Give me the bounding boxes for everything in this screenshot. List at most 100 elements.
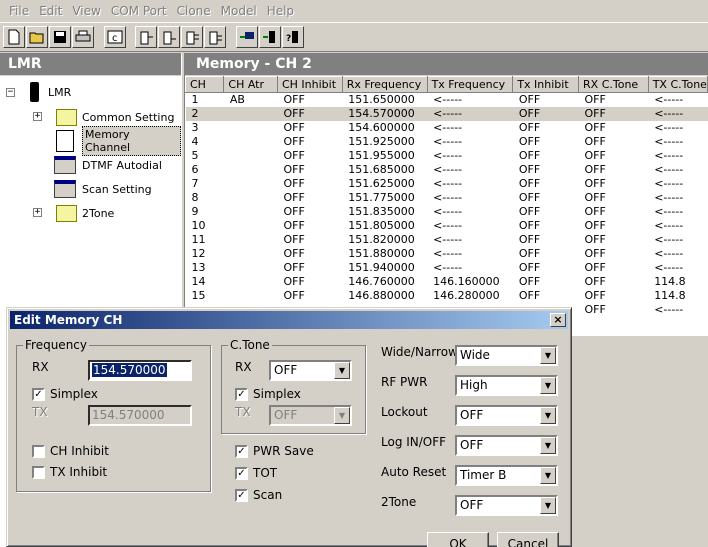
table-cell[interactable]: 12	[186, 247, 224, 261]
table-cell[interactable]	[224, 247, 278, 261]
table-cell[interactable]: <-----	[648, 205, 707, 219]
table-cell[interactable]: 151.955000	[342, 149, 427, 163]
table-cell[interactable]: 7	[186, 177, 224, 191]
menu-com-port[interactable]: COM Port	[106, 4, 172, 18]
table-row[interactable]: 4 OFF 151.925000 <----- OFF OFF <-----	[186, 135, 708, 149]
table-cell[interactable]: OFF	[513, 149, 579, 163]
chevron-down-icon[interactable]: ▼	[540, 437, 556, 454]
table-cell[interactable]: OFF	[579, 219, 649, 233]
table-cell[interactable]: <-----	[427, 177, 513, 191]
ch-inhibit-checkbox[interactable]	[32, 445, 45, 458]
table-row[interactable]: 13 OFF 151.940000 <----- OFF OFF <-----	[186, 261, 708, 275]
table-cell[interactable]: OFF	[513, 121, 579, 135]
table-cell[interactable]: OFF	[513, 247, 579, 261]
table-cell[interactable]: OFF	[513, 289, 579, 303]
table-cell[interactable]: 151.940000	[342, 261, 427, 275]
tree-item-scan-setting[interactable]: Scan Setting	[54, 178, 152, 200]
table-cell[interactable]: OFF	[277, 247, 342, 261]
table-cell[interactable]: OFF	[513, 233, 579, 247]
chevron-down-icon[interactable]: ▼	[540, 407, 556, 424]
table-cell[interactable]: OFF	[513, 163, 579, 177]
table-cell[interactable]: 151.685000	[342, 163, 427, 177]
table-cell[interactable]: 154.600000	[342, 121, 427, 135]
table-cell[interactable]: OFF	[513, 177, 579, 191]
table-cell[interactable]: OFF	[277, 289, 342, 303]
table-row[interactable]: 8 OFF 151.775000 <----- OFF OFF <-----	[186, 191, 708, 205]
table-cell[interactable]: OFF	[277, 149, 342, 163]
table-row[interactable]: 14 OFF 146.760000 146.160000 OFF OFF 114.8	[186, 275, 708, 289]
new-icon[interactable]	[3, 26, 25, 48]
table-cell[interactable]: 11	[186, 233, 224, 247]
table-row[interactable]: 7 OFF 151.625000 <----- OFF OFF <-----	[186, 177, 708, 191]
table-cell[interactable]: OFF	[578, 106, 649, 121]
save-icon[interactable]	[49, 26, 71, 48]
table-cell[interactable]: 10	[186, 219, 224, 233]
write-radio-icon[interactable]	[158, 26, 180, 48]
table-cell[interactable]: 151.820000	[342, 233, 427, 247]
table-row[interactable]: 5 OFF 151.955000 <----- OFF OFF <-----	[186, 149, 708, 163]
table-cell[interactable]: OFF	[579, 121, 649, 135]
table-cell[interactable]: 14	[186, 275, 224, 289]
menu-edit[interactable]: Edit	[34, 4, 67, 18]
table-cell[interactable]: <-----	[427, 93, 513, 107]
table-cell[interactable]: OFF	[513, 135, 579, 149]
dialog-title-bar[interactable]: Edit Memory CH ×	[10, 311, 568, 329]
open-icon[interactable]	[26, 26, 48, 48]
log-in-off-select[interactable]: OFF ▼	[455, 435, 558, 456]
rx-frequency-input[interactable]: 154.570000	[88, 360, 192, 381]
radio-to-pc-icon[interactable]	[259, 26, 281, 48]
table-cell[interactable]: OFF	[277, 163, 342, 177]
ctone-simplex-checkbox[interactable]: ✓	[235, 388, 248, 401]
table-cell[interactable]: OFF	[277, 261, 342, 275]
table-row[interactable]: 9 OFF 151.835000 <----- OFF OFF <-----	[186, 205, 708, 219]
table-cell[interactable]: <-----	[427, 233, 513, 247]
table-cell[interactable]: OFF	[579, 205, 649, 219]
table-row[interactable]: 15 OFF 146.880000 146.280000 OFF OFF 114.8	[186, 289, 708, 303]
table-cell[interactable]	[224, 289, 278, 303]
table-cell[interactable]: OFF	[579, 93, 649, 107]
table-cell[interactable]: 13	[186, 261, 224, 275]
table-cell[interactable]: <-----	[648, 135, 707, 149]
column-header[interactable]: TX C.Tone	[647, 76, 708, 93]
table-cell[interactable]	[224, 261, 278, 275]
table-cell[interactable]	[224, 205, 278, 219]
table-cell[interactable]: 146.880000	[342, 289, 427, 303]
table-cell[interactable]: 9	[186, 205, 224, 219]
tx-inhibit-checkbox[interactable]	[32, 466, 45, 479]
table-cell[interactable]: <-----	[427, 261, 513, 275]
table-cell[interactable]	[224, 163, 278, 177]
table-cell[interactable]: 151.925000	[342, 135, 427, 149]
table-row[interactable]: 10 OFF 151.805000 <----- OFF OFF <-----	[186, 219, 708, 233]
table-cell[interactable]: 8	[186, 191, 224, 205]
table-cell[interactable]: <-----	[427, 106, 513, 121]
column-header[interactable]: Rx Frequency	[341, 76, 428, 93]
table-cell[interactable]	[224, 191, 278, 205]
column-header[interactable]: CH Inhibit	[276, 76, 343, 93]
chevron-down-icon[interactable]: ▼	[540, 497, 556, 514]
read-all-icon[interactable]	[181, 26, 203, 48]
ctone-rx-select[interactable]: OFF ▼	[269, 360, 352, 381]
table-cell[interactable]: OFF	[277, 121, 342, 135]
table-cell[interactable]: <-----	[427, 149, 513, 163]
table-cell[interactable]: <-----	[648, 149, 707, 163]
pwr-save-checkbox[interactable]: ✓	[235, 445, 248, 458]
table-cell[interactable]: <-----	[427, 135, 513, 149]
table-row[interactable]: 1 AB OFF 151.650000 <----- OFF OFF <-----	[186, 93, 708, 107]
menu-view[interactable]: View	[67, 4, 105, 18]
table-cell[interactable]	[224, 135, 278, 149]
table-cell[interactable]: OFF	[579, 163, 649, 177]
table-cell[interactable]: <-----	[648, 247, 707, 261]
table-cell[interactable]: OFF	[579, 233, 649, 247]
table-cell[interactable]: OFF	[513, 191, 579, 205]
table-cell[interactable]: OFF	[277, 93, 342, 107]
auto-reset-select[interactable]: Timer B ▼	[455, 465, 558, 486]
table-cell[interactable]: OFF	[579, 149, 649, 163]
rf-pwr-select[interactable]: High ▼	[455, 375, 558, 396]
table-cell[interactable]: OFF	[277, 275, 342, 289]
table-row[interactable]: 11 OFF 151.820000 <----- OFF OFF <-----	[186, 233, 708, 247]
column-header[interactable]: CH Atr	[223, 76, 278, 93]
table-cell[interactable]: 6	[186, 163, 224, 177]
table-cell[interactable]: <-----	[427, 247, 513, 261]
tree-item-dtmf-autodial[interactable]: DTMF Autodial	[54, 154, 162, 176]
table-cell[interactable]: 114.8	[648, 275, 707, 289]
